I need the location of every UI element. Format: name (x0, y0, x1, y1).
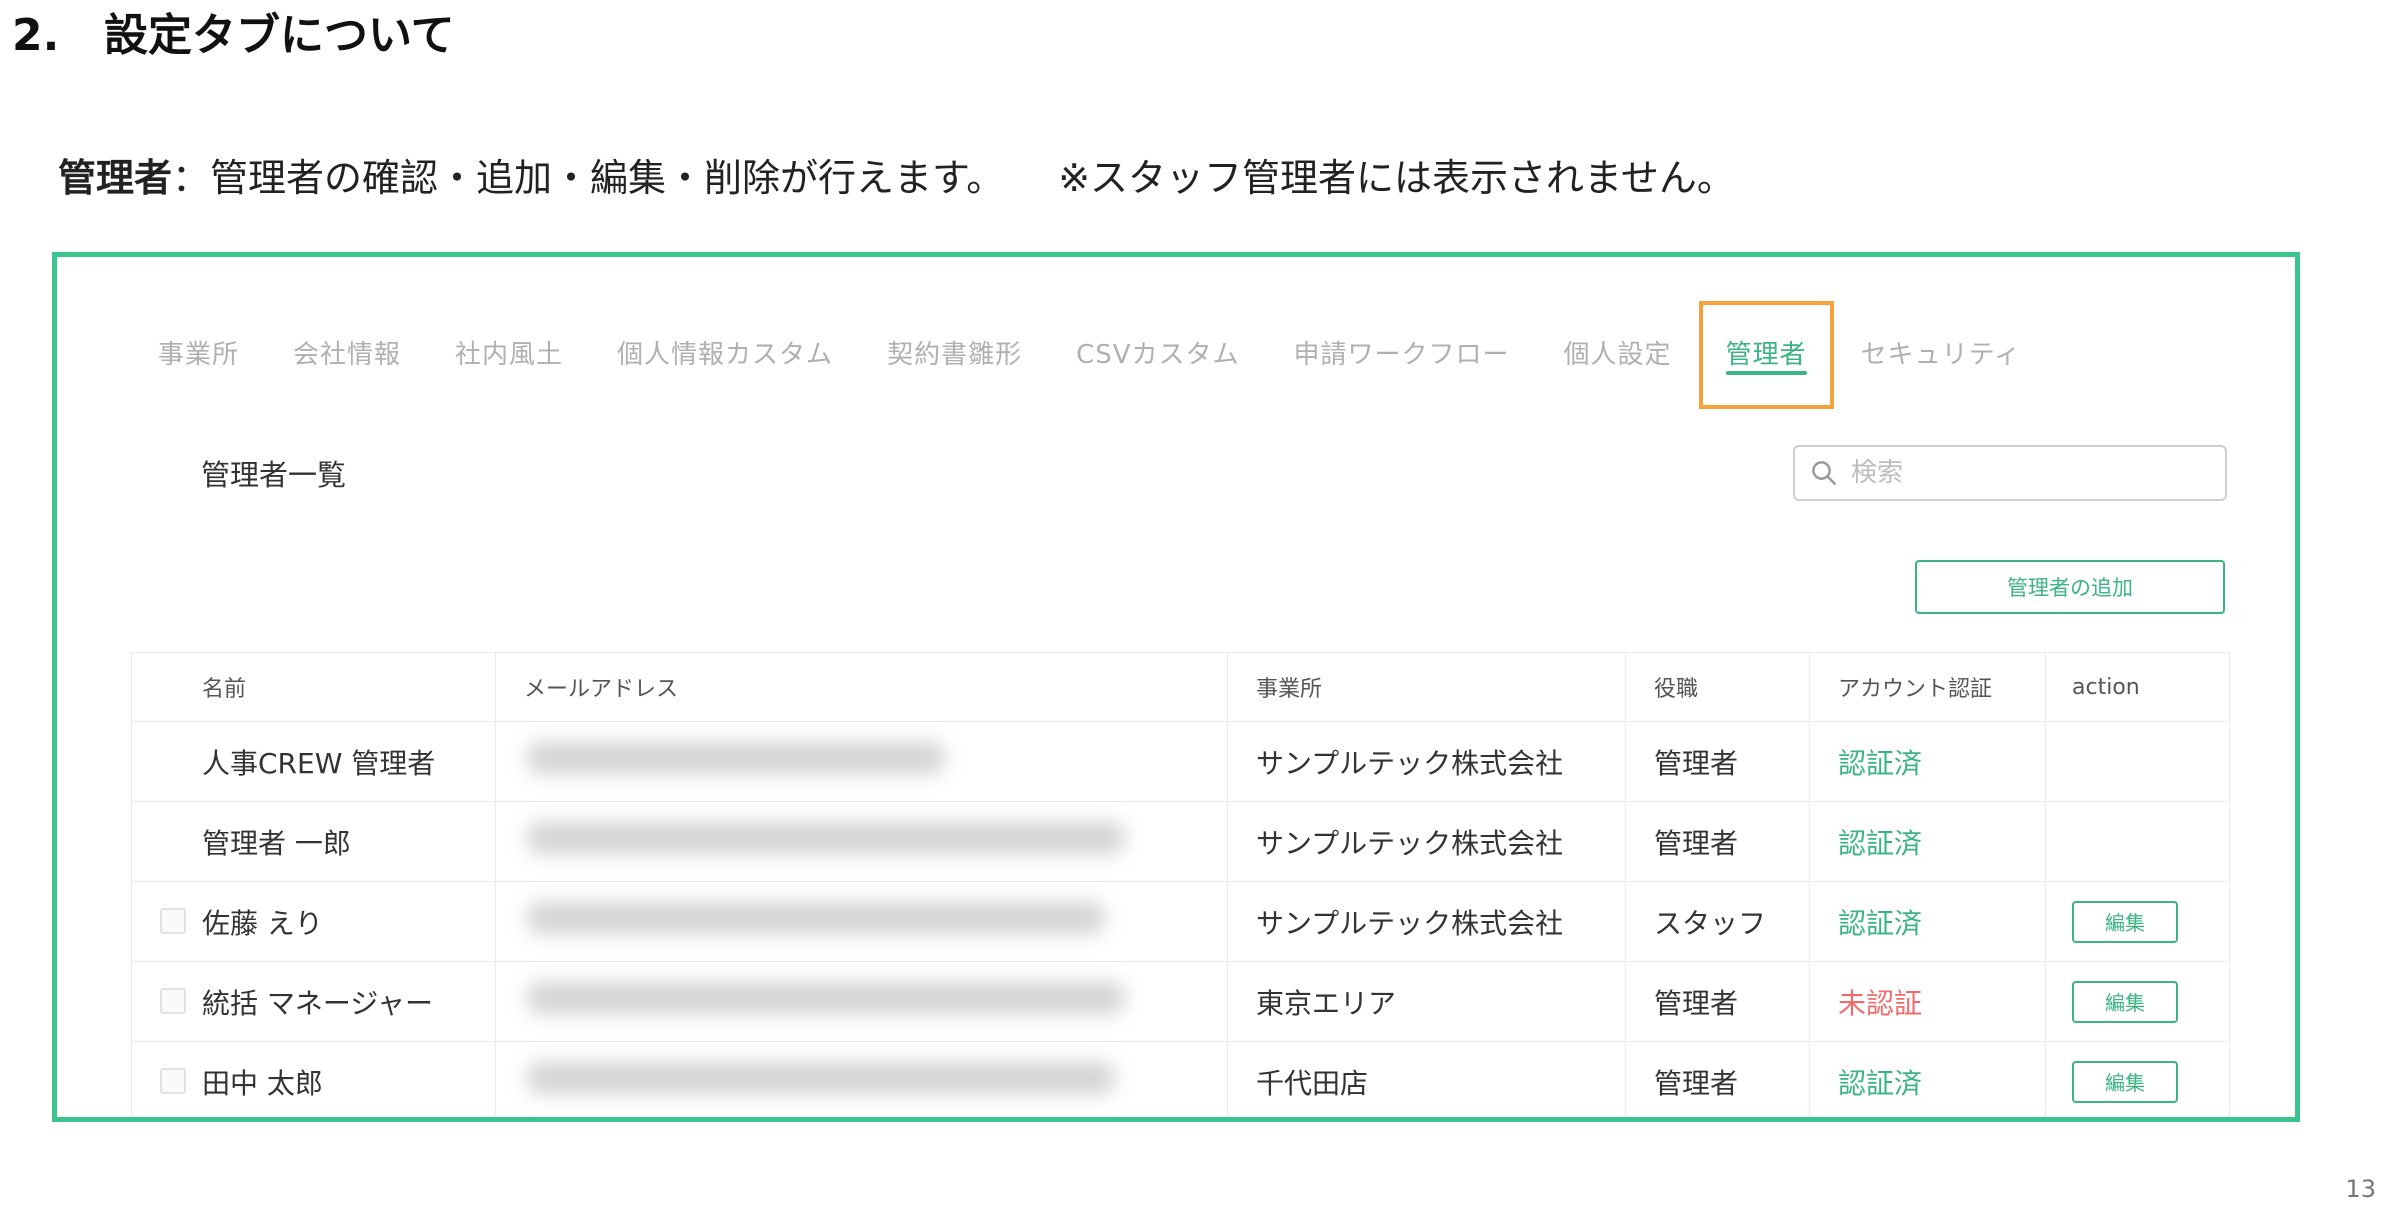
column-header-role[interactable]: 役職 (1625, 652, 1810, 722)
tab-administrators[interactable]: 管理者 (1698, 301, 1834, 409)
section-number: 2. (12, 10, 60, 61)
add-admin-button[interactable]: 管理者の追加 (1915, 560, 2225, 614)
search-icon (1812, 461, 1836, 485)
blurred-email (526, 821, 1126, 855)
admin-name: 管理者 一郎 (131, 801, 496, 882)
tab-office[interactable]: 事業所 (131, 315, 266, 395)
column-header-email[interactable]: メールアドレス (495, 652, 1228, 722)
admin-name: 統括 マネージャー (202, 986, 433, 1020)
column-header-verification[interactable]: アカウント認証 (1809, 652, 2046, 722)
tab-personal-info-custom[interactable]: 個人情報カスタム (590, 315, 860, 395)
blurred-email (526, 741, 946, 775)
search-input[interactable] (1849, 457, 2213, 489)
name-cell: 田中 太郎 (131, 1041, 496, 1117)
column-header-action: action (2045, 652, 2230, 722)
admin-list-title: 管理者一覧 (201, 458, 347, 492)
section-description: 管理者：管理者の確認・追加・編集・削除が行えます。 ※スタッフ管理者には表示されま… (58, 150, 1735, 206)
edit-button[interactable]: 編集 (2072, 980, 2178, 1023)
admin-office: 千代田店 (1227, 1041, 1626, 1117)
tab-csv-custom[interactable]: CSVカスタム (1049, 315, 1266, 395)
blurred-email (526, 981, 1126, 1015)
section-title: 設定タブについて (104, 10, 455, 61)
name-cell: 佐藤 えり (131, 881, 496, 962)
admin-role: 管理者 (1625, 961, 1810, 1042)
tab-company-culture[interactable]: 社内風土 (428, 315, 590, 395)
row-checkbox[interactable] (160, 1067, 186, 1094)
email-cell (495, 721, 1228, 802)
settings-tabs: 事業所 会社情報 社内風土 個人情報カスタム 契約書雛形 CSVカスタム 申請ワ… (131, 301, 2048, 409)
email-cell (495, 881, 1228, 962)
table-row[interactable]: 統括 マネージャー 東京エリア 管理者 未認証 編集 (131, 961, 2230, 1042)
action-cell: 編集 (2045, 1041, 2230, 1117)
tab-security[interactable]: セキュリティ (1834, 315, 2048, 395)
column-header-office[interactable]: 事業所 (1227, 652, 1626, 722)
screenshot-frame: 事業所 会社情報 社内風土 個人情報カスタム 契約書雛形 CSVカスタム 申請ワ… (52, 252, 2300, 1122)
admin-table-wrap: 名前 メールアドレス 事業所 役職 アカウント認証 action 人事CREW … (131, 652, 2230, 1117)
table-row[interactable]: 佐藤 えり サンプルテック株式会社 スタッフ 認証済 編集 (131, 881, 2230, 962)
edit-button[interactable]: 編集 (2072, 1060, 2178, 1103)
admin-office: サンプルテック株式会社 (1227, 881, 1626, 962)
row-checkbox[interactable] (160, 907, 186, 934)
admin-name: 佐藤 えり (202, 906, 323, 940)
page-number: 13 (2345, 1175, 2376, 1203)
edit-button[interactable]: 編集 (2072, 900, 2178, 943)
email-cell (495, 1041, 1228, 1117)
verification-status: 認証済 (1809, 801, 2046, 882)
tab-company-info[interactable]: 会社情報 (266, 315, 428, 395)
search-box[interactable] (1793, 445, 2227, 501)
table-row[interactable]: 田中 太郎 千代田店 管理者 認証済 編集 (131, 1041, 2230, 1117)
table-row[interactable]: 管理者 一郎 サンプルテック株式会社 管理者 認証済 (131, 801, 2230, 882)
email-cell (495, 961, 1228, 1042)
admin-role: 管理者 (1625, 1041, 1810, 1117)
admin-role: 管理者 (1625, 801, 1810, 882)
tab-personal-settings[interactable]: 個人設定 (1537, 315, 1699, 395)
admin-office: 東京エリア (1227, 961, 1626, 1042)
admin-role: 管理者 (1625, 721, 1810, 802)
action-cell: 編集 (2045, 961, 2230, 1042)
slide-page: 2. 設定タブについて 管理者：管理者の確認・追加・編集・削除が行えます。 ※スタッ… (0, 0, 2400, 1206)
verification-status: 認証済 (1809, 881, 2046, 962)
admin-office: サンプルテック株式会社 (1227, 721, 1626, 802)
description-text: ：管理者の確認・追加・編集・削除が行えます。 (172, 156, 1005, 200)
action-cell (2045, 801, 2230, 882)
verification-status: 認証済 (1809, 721, 2046, 802)
table-header-row: 名前 メールアドレス 事業所 役職 アカウント認証 action (131, 652, 2230, 722)
admin-name: 田中 太郎 (202, 1066, 323, 1100)
tab-highlight-box (1698, 301, 1834, 409)
admin-name: 人事CREW 管理者 (131, 721, 496, 802)
tab-workflow[interactable]: 申請ワークフロー (1267, 315, 1537, 395)
admin-role: スタッフ (1625, 881, 1810, 962)
admin-table: 名前 メールアドレス 事業所 役職 アカウント認証 action 人事CREW … (131, 652, 2230, 1117)
description-bold: 管理者 (58, 156, 173, 200)
email-cell (495, 801, 1228, 882)
name-cell: 統括 マネージャー (131, 961, 496, 1042)
verification-status: 未認証 (1809, 961, 2046, 1042)
row-checkbox[interactable] (160, 987, 186, 1014)
section-heading: 2. 設定タブについて (12, 6, 455, 66)
admin-office: サンプルテック株式会社 (1227, 801, 1626, 882)
tab-contract-template[interactable]: 契約書雛形 (860, 315, 1049, 395)
blurred-email (526, 901, 1106, 935)
verification-status: 認証済 (1809, 1041, 2046, 1117)
action-cell (2045, 721, 2230, 802)
action-cell: 編集 (2045, 881, 2230, 962)
blurred-email (526, 1061, 1116, 1095)
description-note: ※スタッフ管理者には表示されません。 (1058, 156, 1735, 200)
table-row[interactable]: 人事CREW 管理者 サンプルテック株式会社 管理者 認証済 (131, 721, 2230, 802)
column-header-name[interactable]: 名前 (131, 652, 496, 722)
